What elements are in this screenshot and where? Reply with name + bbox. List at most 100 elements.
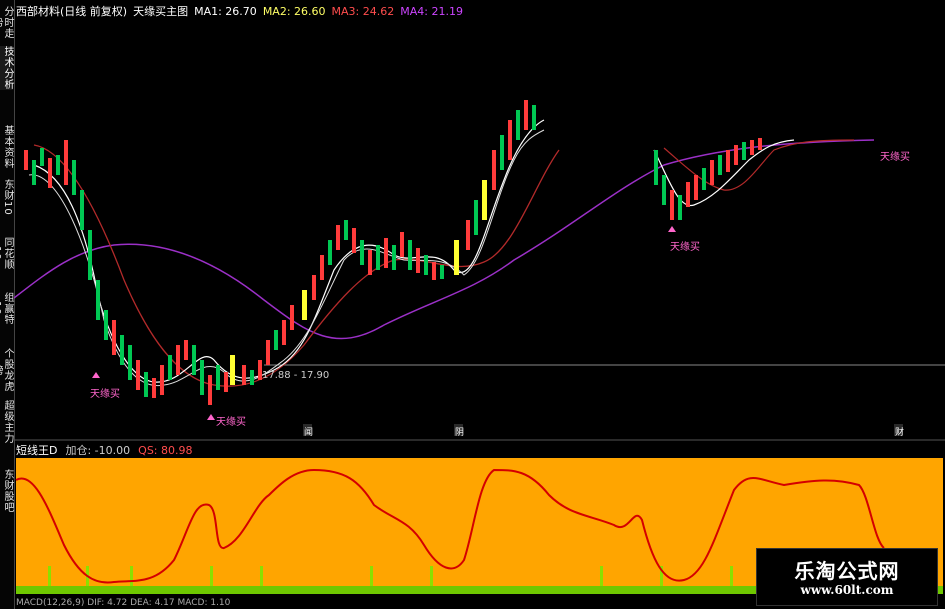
- signal-label: 天缘买: [90, 389, 120, 400]
- lower-value-2: QS: 80.98: [138, 444, 193, 457]
- tab-timeshare[interactable]: 分时走势: [0, 2, 13, 42]
- candle: [112, 320, 116, 355]
- lower-indicator-name[interactable]: 短线王D: [16, 444, 57, 457]
- kline-chart[interactable]: [14, 0, 945, 609]
- candle: [532, 105, 536, 130]
- tab-basic-info[interactable]: 基本资料: [0, 124, 13, 170]
- candle: [702, 168, 706, 190]
- candle: [216, 365, 220, 390]
- signal-label: 天缘买: [216, 417, 246, 428]
- candle: [734, 145, 738, 165]
- candle: [160, 365, 164, 395]
- calendar-label: 阴: [455, 428, 465, 438]
- signal-label: 天缘买: [880, 152, 910, 163]
- candle: [266, 340, 270, 365]
- signal-bar: [600, 566, 603, 586]
- candle: [524, 100, 528, 130]
- candle: [152, 378, 156, 398]
- signal-bar: [430, 566, 433, 586]
- candles: [24, 100, 762, 405]
- candle: [208, 375, 212, 405]
- candle: [384, 238, 388, 268]
- candle: [432, 262, 436, 280]
- candle: [24, 150, 28, 170]
- candle: [686, 182, 690, 207]
- candle: [466, 220, 470, 250]
- ma-right-white: [653, 139, 795, 207]
- tab-longhubang[interactable]: 个股龙虎榜: [0, 344, 13, 396]
- candle: [474, 200, 478, 235]
- buy-arrow-icon: [92, 372, 100, 378]
- tab-zuyingte[interactable]: 组赢特10: [0, 288, 13, 328]
- candle: [72, 160, 76, 195]
- candle: [392, 245, 396, 270]
- tab-eastmoney-forum[interactable]: 东财股吧: [0, 466, 13, 516]
- candle: [654, 150, 658, 185]
- candle: [32, 160, 36, 185]
- candle: [424, 255, 428, 275]
- candle: [242, 365, 246, 385]
- candle: [176, 345, 180, 375]
- candle: [742, 142, 746, 160]
- sidebar: 分时走势 技术分析 基本资料 东财10 同花顺10 组赢特10 个股龙虎榜 超级…: [0, 0, 15, 609]
- signal-bar: [130, 566, 133, 586]
- watermark-url: www.60lt.com: [800, 583, 894, 597]
- candle: [360, 240, 364, 265]
- candle: [516, 110, 520, 140]
- signal-bar: [260, 566, 263, 586]
- candle: [168, 355, 172, 380]
- candle: [282, 320, 286, 345]
- candle: [508, 120, 512, 160]
- tab-eastmoney[interactable]: 东财10: [0, 178, 13, 216]
- candle: [136, 360, 140, 390]
- candle: [758, 138, 762, 150]
- watermark: 乐淘公式网 www.60lt.com: [756, 548, 938, 606]
- tab-super-main[interactable]: 超级主力: [0, 400, 13, 444]
- candle: [376, 245, 380, 270]
- candle: [670, 190, 674, 220]
- candle: [440, 265, 444, 279]
- tab-technical[interactable]: 技术分析: [0, 46, 13, 90]
- candle: [320, 255, 324, 280]
- candle: [200, 360, 204, 395]
- candle-yellow: [230, 355, 235, 385]
- candle: [400, 232, 404, 257]
- candle: [40, 148, 44, 166]
- candle: [312, 275, 316, 300]
- candle: [694, 175, 698, 200]
- candle: [492, 150, 496, 190]
- candle: [290, 305, 294, 330]
- signal-bar: [370, 566, 373, 586]
- buy-arrow-icon: [207, 414, 215, 420]
- candle: [224, 372, 228, 392]
- signal-bar: [730, 566, 733, 586]
- candle: [344, 220, 348, 240]
- ma1-line: [33, 119, 545, 383]
- candle: [718, 155, 722, 175]
- candle: [662, 175, 666, 205]
- candle: [104, 310, 108, 340]
- candle: [184, 340, 188, 360]
- price-line-label: 17.88 - 17.90: [262, 370, 330, 381]
- lower-value-1: 加仓: -10.00: [65, 444, 131, 457]
- macd-readout: MACD(12,26,9) DIF: 4.72 DEA: 4.17 MACD: …: [16, 598, 231, 608]
- calendar-label: 闻: [304, 428, 314, 438]
- candle: [88, 230, 92, 280]
- candle: [128, 345, 132, 380]
- candle: [192, 345, 196, 375]
- candle: [750, 140, 754, 155]
- signal-bar: [210, 566, 213, 586]
- candle: [336, 225, 340, 250]
- signal-label: 天缘买: [670, 242, 700, 253]
- candle-yellow: [482, 180, 487, 220]
- candle: [96, 280, 100, 320]
- candle: [500, 135, 504, 170]
- ma2-line: [28, 129, 545, 387]
- tab-tonghuashun[interactable]: 同花顺10: [0, 232, 13, 274]
- candle: [678, 195, 682, 220]
- candle-yellow: [302, 290, 307, 320]
- candle: [274, 330, 278, 350]
- candle-yellow: [454, 240, 459, 275]
- candle: [368, 250, 372, 275]
- calendar-label: 财: [895, 428, 905, 438]
